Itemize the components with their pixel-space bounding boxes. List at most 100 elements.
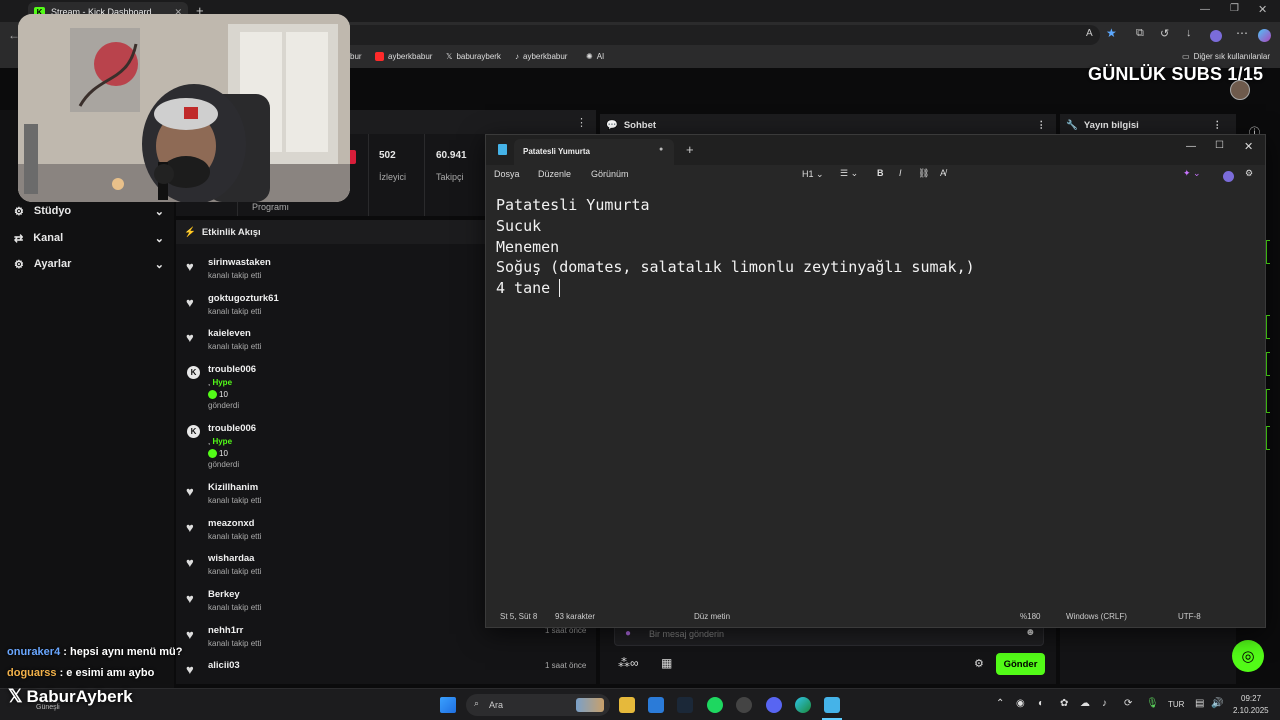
download-icon[interactable]: ↓ xyxy=(1186,27,1192,39)
copilot-icon[interactable] xyxy=(1258,29,1271,42)
tray-icon[interactable]: ◉ xyxy=(1016,698,1025,709)
webcam-image xyxy=(18,14,350,202)
x-logo-icon: 𝕏 xyxy=(8,686,23,706)
studio-icon: ⚙ xyxy=(14,205,24,218)
menu-view[interactable]: Görünüm xyxy=(591,169,629,179)
notepad-text-area[interactable]: Patatesli Yumurta Sucuk Menemen Soğuş (doma… xyxy=(496,195,975,299)
notepad-app-icon xyxy=(498,144,507,155)
char-count: 93 karakter xyxy=(555,612,596,621)
more-vertical-icon[interactable]: ⋮ xyxy=(576,116,587,129)
close-icon[interactable]: ✕ xyxy=(1244,140,1253,153)
send-button[interactable]: Gönder xyxy=(996,653,1045,675)
tray-icon[interactable]: ⟳ xyxy=(1124,698,1132,709)
text-cursor xyxy=(559,279,561,298)
bookmark-youtube[interactable]: ayberkbabur xyxy=(375,52,432,61)
zoom-level[interactable]: %180 xyxy=(1020,612,1040,621)
list-icon[interactable]: ☰ ⌄ xyxy=(840,168,858,179)
chat-tools-icon[interactable]: ⁂∞ xyxy=(618,656,639,670)
file-explorer-icon[interactable] xyxy=(619,697,635,713)
maximize-icon[interactable]: ☐ xyxy=(1215,140,1224,151)
text-line: 4 tane xyxy=(496,279,560,298)
link-icon[interactable]: ⛓ xyxy=(918,168,929,179)
read-aloud-icon[interactable]: A xyxy=(1086,28,1093,39)
activity-feed-title: Etkinlik Akışı xyxy=(201,226,261,238)
sidebar-item-settings[interactable]: ⚙ Ayarlar ⌄ xyxy=(14,253,164,275)
minimize-icon[interactable]: — xyxy=(1200,4,1210,15)
menu-file[interactable]: Dosya xyxy=(494,169,520,179)
support-headset-icon[interactable]: ◎ xyxy=(1232,640,1264,672)
clock-date[interactable]: 2.10.2025 xyxy=(1233,706,1269,715)
profile-avatar[interactable] xyxy=(1223,171,1234,182)
heading-dropdown[interactable]: H1 ⌄ xyxy=(802,169,824,180)
tray-icon[interactable]: ✿ xyxy=(1060,698,1068,709)
heart-icon: ♥ xyxy=(186,330,194,345)
stat-program-label: Programı xyxy=(252,202,290,212)
bookmark-item[interactable]: bur xyxy=(350,52,362,61)
bookmark-folder-other[interactable]: ▭ Diğer sık kullanılanlar xyxy=(1182,52,1270,61)
unsaved-dot-icon[interactable]: ● xyxy=(659,146,663,153)
menu-edit[interactable]: Düzenle xyxy=(538,169,571,179)
taskbar-search[interactable]: ⌕ Ara xyxy=(466,694,610,716)
network-icon[interactable]: ▤ xyxy=(1195,698,1204,709)
side-toggle[interactable] xyxy=(1266,389,1270,413)
speaker-icon[interactable]: 🔊 xyxy=(1211,698,1223,709)
side-toggle[interactable] xyxy=(1266,352,1270,376)
notepad-menu-bar: Dosya Düzenle Görünüm H1 ⌄ ☰ ⌄ B I ⛓ A̸ … xyxy=(486,165,1265,187)
search-icon: ⌕ xyxy=(474,698,480,708)
new-tab-icon[interactable]: + xyxy=(686,142,694,157)
volume-tray-icon[interactable]: ♪ xyxy=(1102,698,1107,709)
heart-icon: ♥ xyxy=(186,259,194,274)
bookmark-tiktok[interactable]: ♪ ayberkbabur xyxy=(515,52,567,61)
side-toggle[interactable] xyxy=(1266,240,1270,264)
list-item: ♥ goktugozturk61 kanalı takip etti xyxy=(186,293,279,316)
microphone-icon[interactable]: 🎙 xyxy=(1146,698,1159,709)
stat-viewers: 502 İzleyici xyxy=(369,134,425,216)
sidebar-item-studio[interactable]: ⚙ Stüdyo ⌄ xyxy=(14,200,164,222)
clear-format-icon[interactable]: A̸ xyxy=(940,168,946,178)
copilot-icon[interactable]: ✦ ⌄ xyxy=(1183,168,1201,179)
favorite-star-icon[interactable]: ★ xyxy=(1106,26,1117,40)
history-icon[interactable]: ↺ xyxy=(1160,27,1169,40)
weather-app-icon[interactable] xyxy=(648,697,664,713)
side-toggle[interactable] xyxy=(1266,315,1270,339)
steam-tray-icon[interactable]: ☁ xyxy=(1080,698,1090,709)
profile-avatar[interactable] xyxy=(1210,30,1222,42)
minimize-icon[interactable]: — xyxy=(1186,141,1196,152)
discord-icon[interactable] xyxy=(766,697,782,713)
language-indicator[interactable]: TUR xyxy=(1168,700,1184,709)
notepad-icon[interactable] xyxy=(824,697,840,713)
italic-icon[interactable]: I xyxy=(899,168,902,178)
more-vertical-icon[interactable]: ⋮ xyxy=(1213,120,1223,131)
emote-icon[interactable]: ● xyxy=(625,628,631,639)
clock-time[interactable]: 09:27 xyxy=(1241,694,1261,703)
chevron-up-icon[interactable]: ⌃ xyxy=(996,698,1004,709)
gear-icon[interactable]: ⚙ xyxy=(1245,168,1253,179)
bookmark-ai[interactable]: ✺ AI xyxy=(586,52,604,61)
cursor-position: St 5, Süt 8 xyxy=(500,612,538,621)
more-vertical-icon[interactable]: ⋮ xyxy=(1037,120,1047,131)
notepad-tab[interactable]: Patatesli Yumurta ● xyxy=(514,139,674,165)
more-menu-icon[interactable]: ⋯ xyxy=(1236,26,1248,40)
url-input[interactable] xyxy=(340,25,1100,45)
brand-name: BaburAyberk xyxy=(26,686,133,706)
gear-icon[interactable]: ⚙ xyxy=(974,657,984,670)
spotify-icon[interactable] xyxy=(707,697,723,713)
start-icon[interactable] xyxy=(440,697,456,713)
obs-icon[interactable] xyxy=(736,697,752,713)
bold-icon[interactable]: B xyxy=(877,168,884,178)
bookmark-x[interactable]: 𝕏baburayberk xyxy=(446,52,501,61)
tray-icon[interactable]: ◐ xyxy=(1038,698,1044,709)
line-ending[interactable]: Windows (CRLF) xyxy=(1066,612,1127,621)
stat-followers: 60.941 Takipçi xyxy=(425,134,485,216)
extensions-icon[interactable]: ⧉ xyxy=(1136,27,1144,40)
text-format[interactable]: Düz metin xyxy=(694,612,730,621)
close-window-icon[interactable]: ✕ xyxy=(1258,3,1267,16)
emoji-picker-icon[interactable]: ☻ xyxy=(1025,627,1036,638)
encoding[interactable]: UTF-8 xyxy=(1178,612,1201,621)
side-toggle[interactable] xyxy=(1266,426,1270,450)
edge-icon[interactable] xyxy=(795,697,811,713)
steam-icon[interactable] xyxy=(677,697,693,713)
sidebar-item-channel[interactable]: ⇄ Kanal ⌄ xyxy=(14,227,164,249)
maximize-icon[interactable]: ❐ xyxy=(1230,3,1239,14)
store-icon[interactable]: ▦ xyxy=(661,656,672,670)
